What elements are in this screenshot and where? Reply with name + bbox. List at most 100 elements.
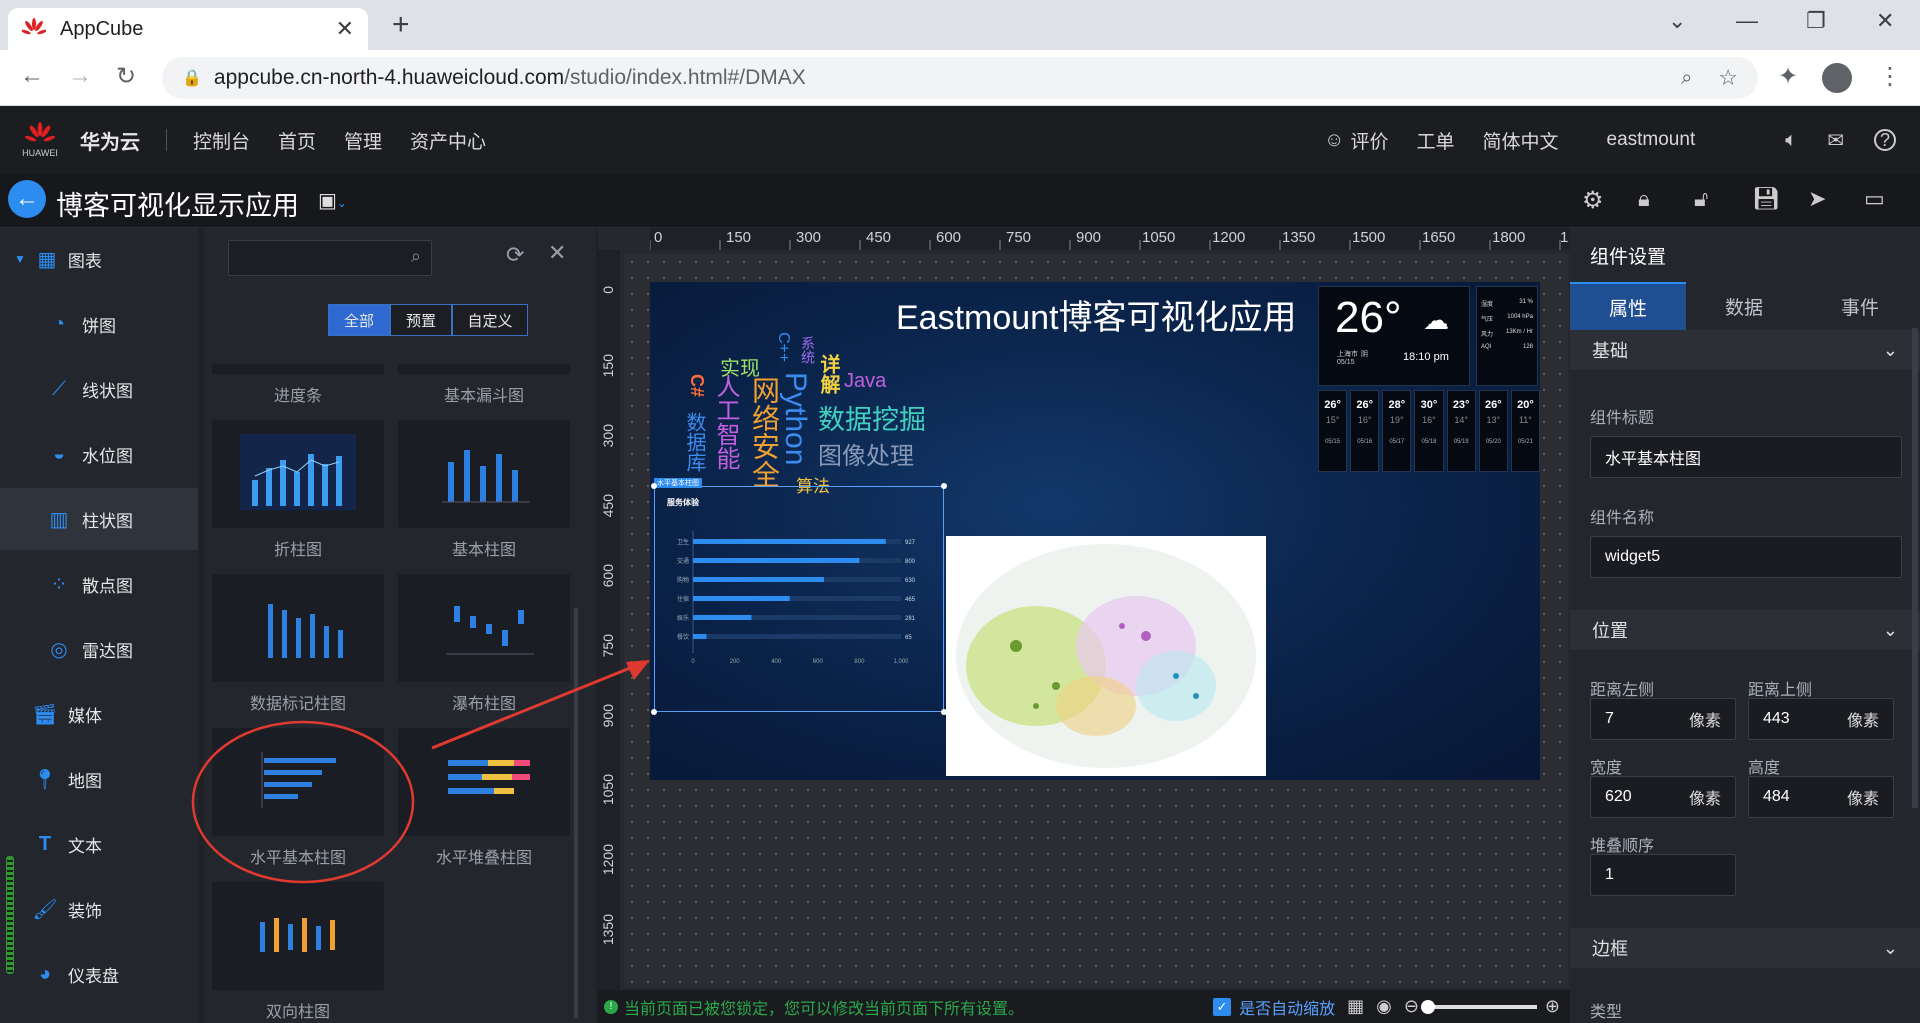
profile-avatar-icon[interactable] [1822, 63, 1852, 93]
category-label: 媒体 [68, 706, 102, 726]
widget-label: 基本漏斗图 [443, 388, 524, 405]
dashboard-stage[interactable]: Eastmount博客可视化应用 实现 系统 C++ 详解 Java C# 人工… [650, 282, 1540, 780]
field-label-height: 高度 [1748, 760, 1781, 777]
sidebar-item-line[interactable]: ⟋ 线状图 [0, 358, 198, 420]
sidebar-item-bar[interactable]: ▥ 柱状图 [0, 488, 198, 550]
tab-search-icon[interactable]: ⌄ [1668, 8, 1686, 34]
sidebar-item-radar[interactable]: ◎ 雷达图 [0, 618, 198, 680]
category-dashboard[interactable]: ◕ 仪表盘 [0, 943, 198, 1005]
zoom-icon[interactable]: ⌕ [1681, 67, 1692, 90]
category-media[interactable]: 🎬︎ 媒体 [0, 683, 198, 745]
forecast-date: 05/20 [1485, 439, 1501, 445]
back-icon[interactable]: ← [20, 62, 44, 90]
help-icon[interactable]: ? [1874, 129, 1896, 151]
category-text[interactable]: T 文本 [0, 813, 198, 875]
minimize-icon[interactable]: — [1736, 8, 1758, 34]
settings-gear-icon[interactable]: ⚙ [1582, 186, 1604, 215]
panel-scrollbar[interactable] [1912, 328, 1918, 808]
filter-preset[interactable]: 预置 [390, 304, 452, 336]
mail-icon[interactable]: ✉ [1827, 128, 1844, 153]
tab-data[interactable]: 数据 [1686, 282, 1802, 330]
user-menu[interactable]: eastmount [1607, 129, 1696, 151]
new-tab-icon[interactable]: + [392, 8, 410, 42]
nav-home[interactable]: 首页 [278, 127, 316, 154]
category-label: 餐饮 [677, 633, 689, 641]
sidebar-item-liquid[interactable]: ◒ 水位图 [0, 423, 198, 485]
filter-all[interactable]: 全部 [328, 304, 390, 336]
section-position[interactable]: 位置 ⌄ [1570, 610, 1920, 650]
widget-search-input[interactable]: ⌕ [228, 240, 432, 276]
language-select[interactable]: 简体中文 [1482, 127, 1558, 154]
widget-thumb-marked-bar[interactable] [212, 574, 384, 682]
forecast-low: 14° [1454, 415, 1468, 425]
rate-link[interactable]: 评价 [1350, 127, 1388, 154]
window-close-icon[interactable]: ✕ [1876, 8, 1894, 34]
category-map[interactable]: 📍︎ 地图 [0, 748, 198, 810]
height-input[interactable]: 484 像素 [1748, 776, 1894, 818]
tab-events[interactable]: 事件 [1802, 282, 1918, 330]
zoom-out-icon[interactable]: ⊖ [1404, 996, 1419, 1017]
close-panel-icon[interactable]: ✕ [548, 240, 566, 266]
publish-icon[interactable]: ➤ [1808, 186, 1826, 212]
browser-tab[interactable]: AppCube ✕ [8, 8, 368, 50]
eye-icon[interactable]: ◉ [1376, 996, 1392, 1017]
url-field[interactable]: 🔒 appcube.cn-north-4.huaweicloud.com/stu… [162, 57, 1758, 99]
smile-icon[interactable]: ☺ [1324, 129, 1344, 152]
huawei-logo[interactable]: HUAWEI [4, 122, 76, 158]
selected-hbar-widget[interactable]: 水平基本柱图 服务体验 卫生 927 交通 800 购物 630 住宿 465 娱乐 281 餐饮 6… [651, 478, 947, 715]
nav-assets[interactable]: 资产中心 [410, 127, 486, 154]
widget-thumb-basic-bar[interactable] [398, 420, 570, 528]
widget-thumb-partial[interactable] [398, 364, 570, 374]
network-graph-image [946, 536, 1266, 776]
left-input[interactable]: 7 像素 [1590, 698, 1736, 740]
forward-icon[interactable]: → [68, 62, 92, 90]
nav-manage[interactable]: 管理 [344, 127, 382, 154]
page-switch-icon[interactable]: ▣⌄ [318, 188, 347, 213]
bookmark-star-icon[interactable]: ☆ [1718, 65, 1738, 91]
filter-custom[interactable]: 自定义 [452, 304, 528, 336]
component-name-input[interactable]: widget5 [1590, 536, 1902, 578]
sidebar-item-label: 饼图 [82, 316, 116, 336]
browser-menu-icon[interactable]: ⋮ [1878, 62, 1902, 91]
close-tab-icon[interactable]: ✕ [336, 16, 354, 42]
nav-console[interactable]: 控制台 [193, 127, 250, 154]
section-border[interactable]: 边框 ⌄ [1570, 928, 1920, 968]
category-chart[interactable]: ▼ ▦ 图表 [0, 228, 198, 290]
category-decoration[interactable]: 🖌︎ 装饰 [0, 878, 198, 940]
category-label: 装饰 [68, 901, 102, 921]
widget-thumb-bidirectional-bar[interactable] [212, 882, 384, 990]
resize-handle[interactable] [651, 483, 657, 489]
autozoom-checkbox[interactable]: ✓ [1213, 997, 1232, 1016]
component-title-input[interactable]: 水平基本柱图 [1590, 436, 1902, 478]
sidebar-item-pie[interactable]: ◔ 饼图 [0, 293, 198, 355]
tick-label: 200 [730, 659, 741, 665]
sidebar-item-scatter[interactable]: ⁘ 散点图 [0, 553, 198, 615]
top-input[interactable]: 443 像素 [1748, 698, 1894, 740]
ticket-link[interactable]: 工单 [1416, 127, 1454, 154]
forecast-date: 05/17 [1389, 439, 1405, 445]
widget-label: 折柱图 [273, 542, 322, 559]
refresh-icon[interactable]: ⟳ [506, 242, 524, 268]
restore-icon[interactable]: ❐ [1806, 8, 1826, 34]
resize-handle[interactable] [941, 483, 947, 489]
save-icon[interactable]: 💾︎ [1752, 186, 1780, 212]
widget-thumb-line-bar[interactable] [212, 420, 384, 528]
unlock-toolbar-icon[interactable]: 🔓︎ [1694, 186, 1708, 212]
reload-icon[interactable]: ↻ [116, 62, 136, 91]
zoom-slider[interactable] [1420, 999, 1537, 1014]
forecast-low: 16° [1357, 415, 1372, 425]
zoom-in-icon[interactable]: ⊕ [1545, 996, 1560, 1017]
browser-tab-strip: AppCube ✕ + ⌄ — ❐ ✕ [0, 0, 1920, 50]
preview-icon[interactable]: ▭ [1864, 186, 1885, 212]
speaker-icon[interactable]: 🔈︎ [1785, 129, 1797, 152]
width-input[interactable]: 620 像素 [1590, 776, 1736, 818]
back-arrow-icon[interactable]: ← [8, 180, 46, 218]
grid-view-icon[interactable]: ▦ [1347, 996, 1364, 1017]
lock-toolbar-icon[interactable]: 🔒︎ [1638, 186, 1650, 212]
extensions-icon[interactable]: ✦ [1778, 62, 1798, 91]
tab-properties[interactable]: 属性 [1570, 282, 1686, 330]
section-basic[interactable]: 基础 ⌄ [1570, 330, 1920, 370]
z-index-input[interactable]: 1 [1590, 854, 1736, 896]
zoom-slider-handle[interactable] [1420, 999, 1435, 1014]
widget-thumb-partial[interactable] [212, 364, 384, 374]
